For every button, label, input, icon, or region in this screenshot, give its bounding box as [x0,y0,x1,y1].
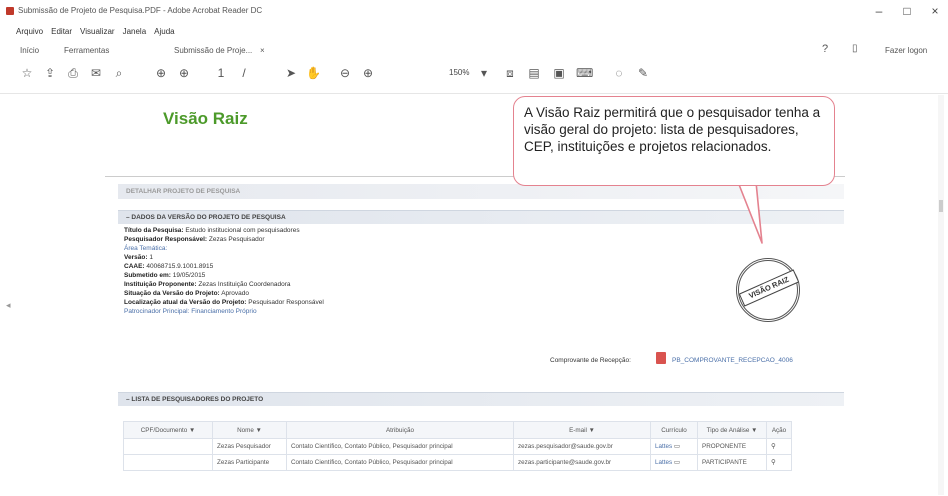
callout-text: A Visão Raiz permitirá que o pesquisador… [524,105,821,154]
callout-box: A Visão Raiz permitirá que o pesquisador… [513,96,835,186]
callout-tail [705,181,763,244]
